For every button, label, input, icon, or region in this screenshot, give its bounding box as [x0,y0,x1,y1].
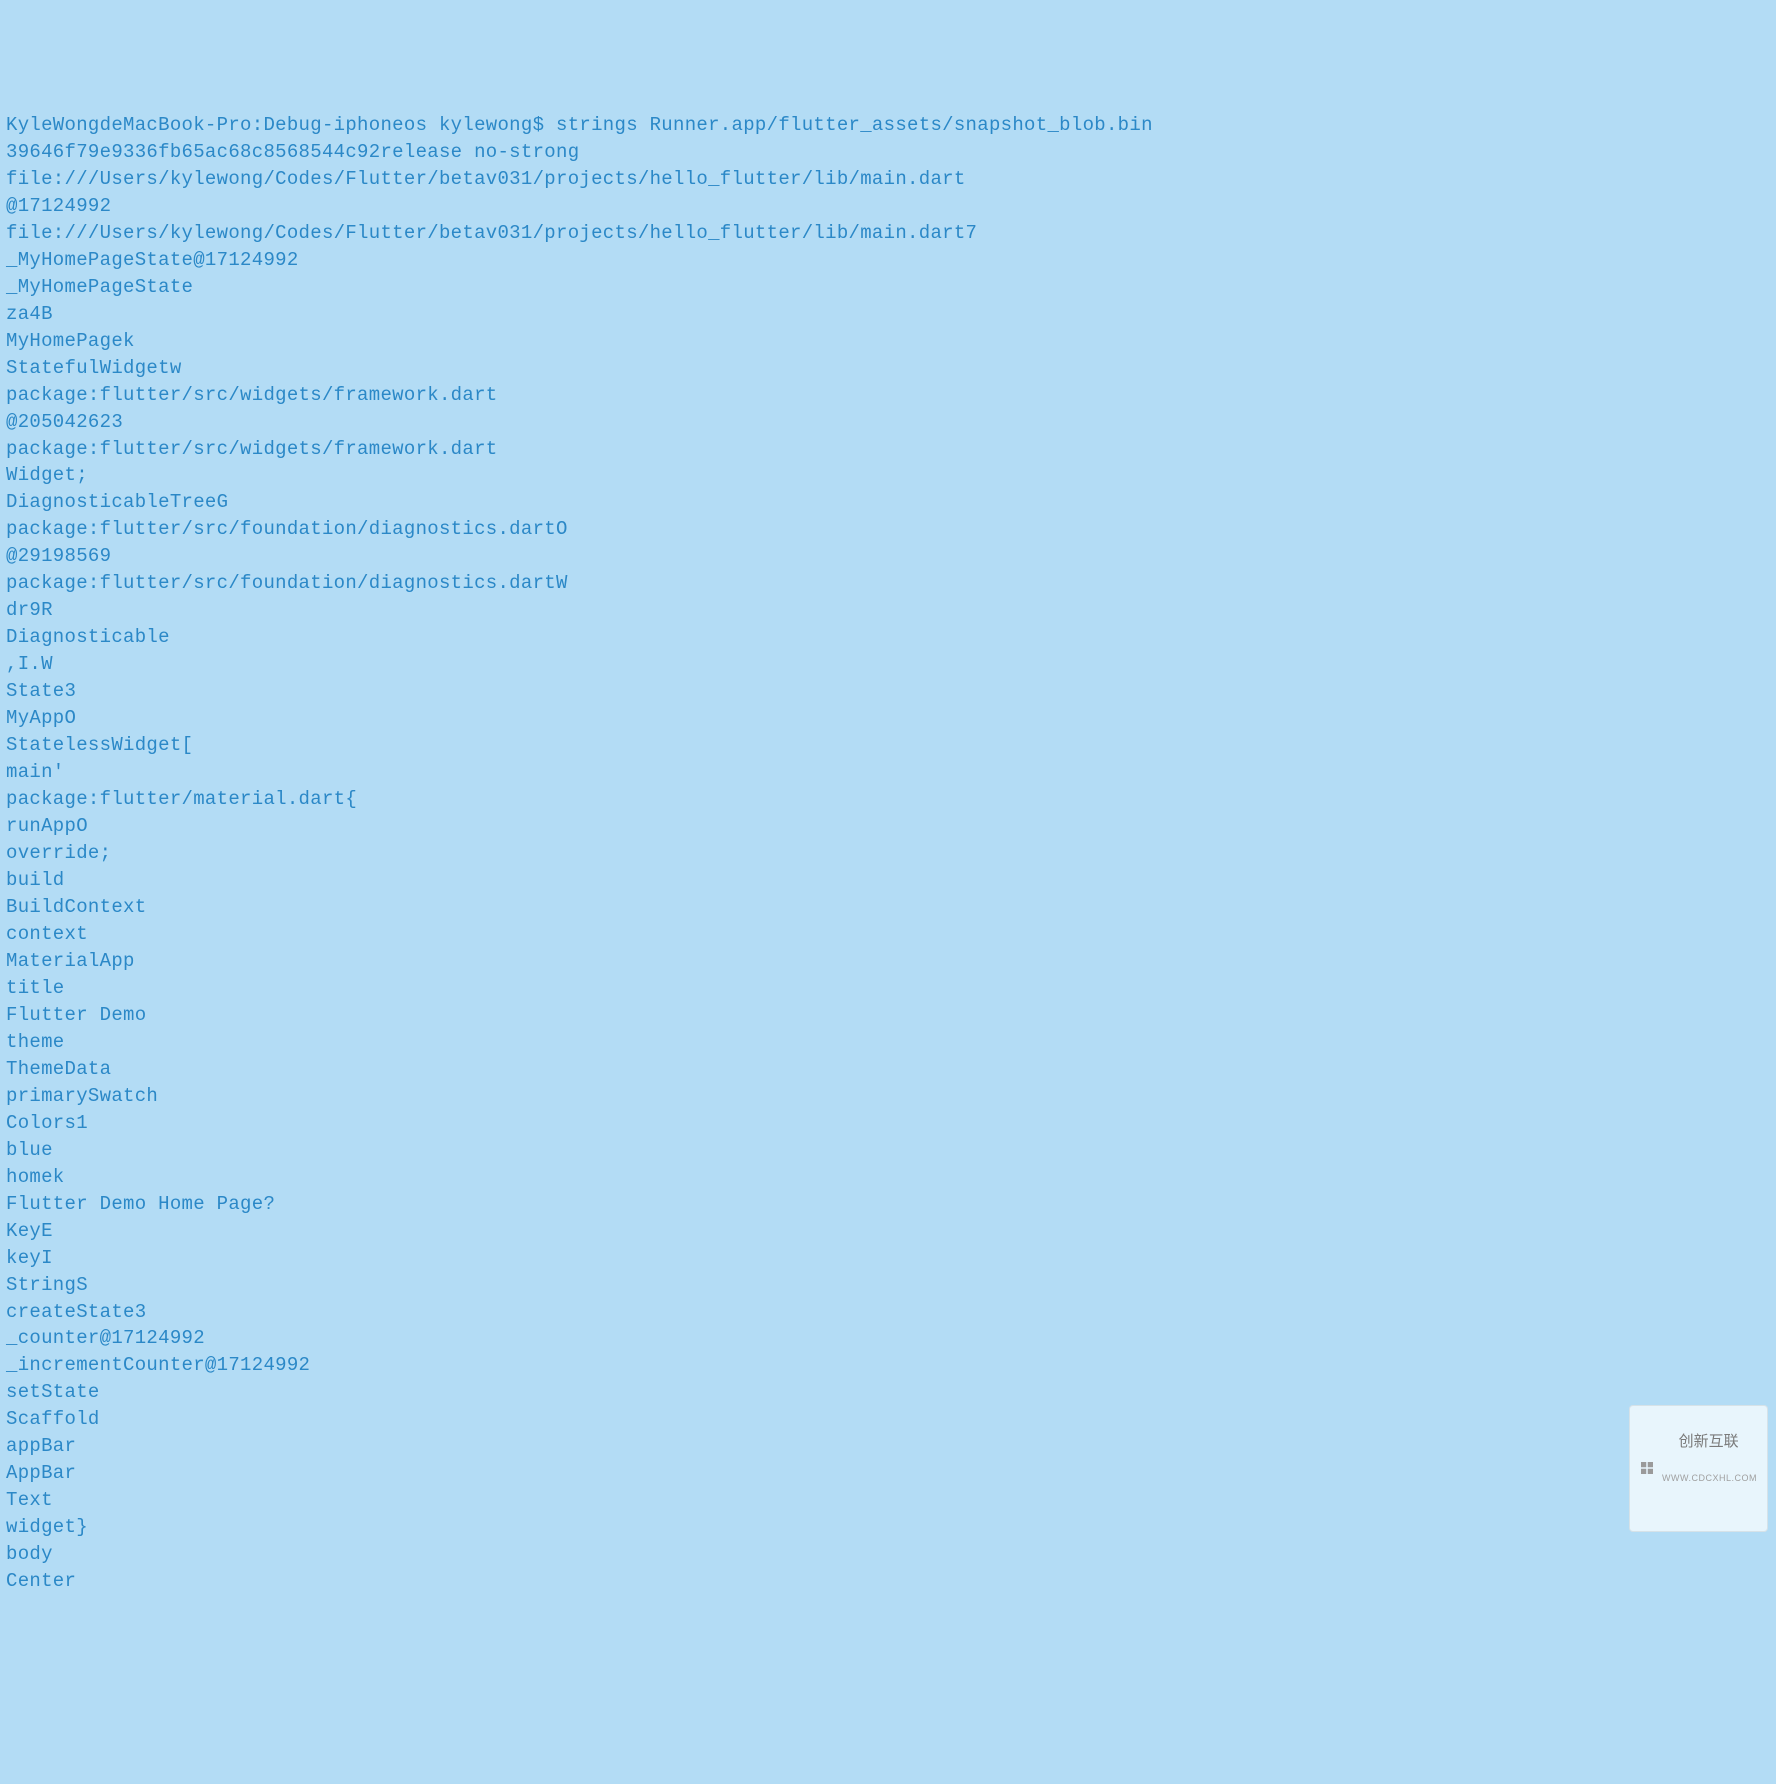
terminal-output[interactable]: KyleWongdeMacBook-Pro:Debug-iphoneos kyl… [6,112,1770,1595]
watermark-sub: WWW.CDCXHL.COM [1662,1472,1757,1485]
watermark-badge: 创新互联 WWW.CDCXHL.COM [1629,1405,1768,1532]
logo-icon [1638,1459,1656,1477]
watermark-brand: 创新互联 [1679,1433,1739,1450]
